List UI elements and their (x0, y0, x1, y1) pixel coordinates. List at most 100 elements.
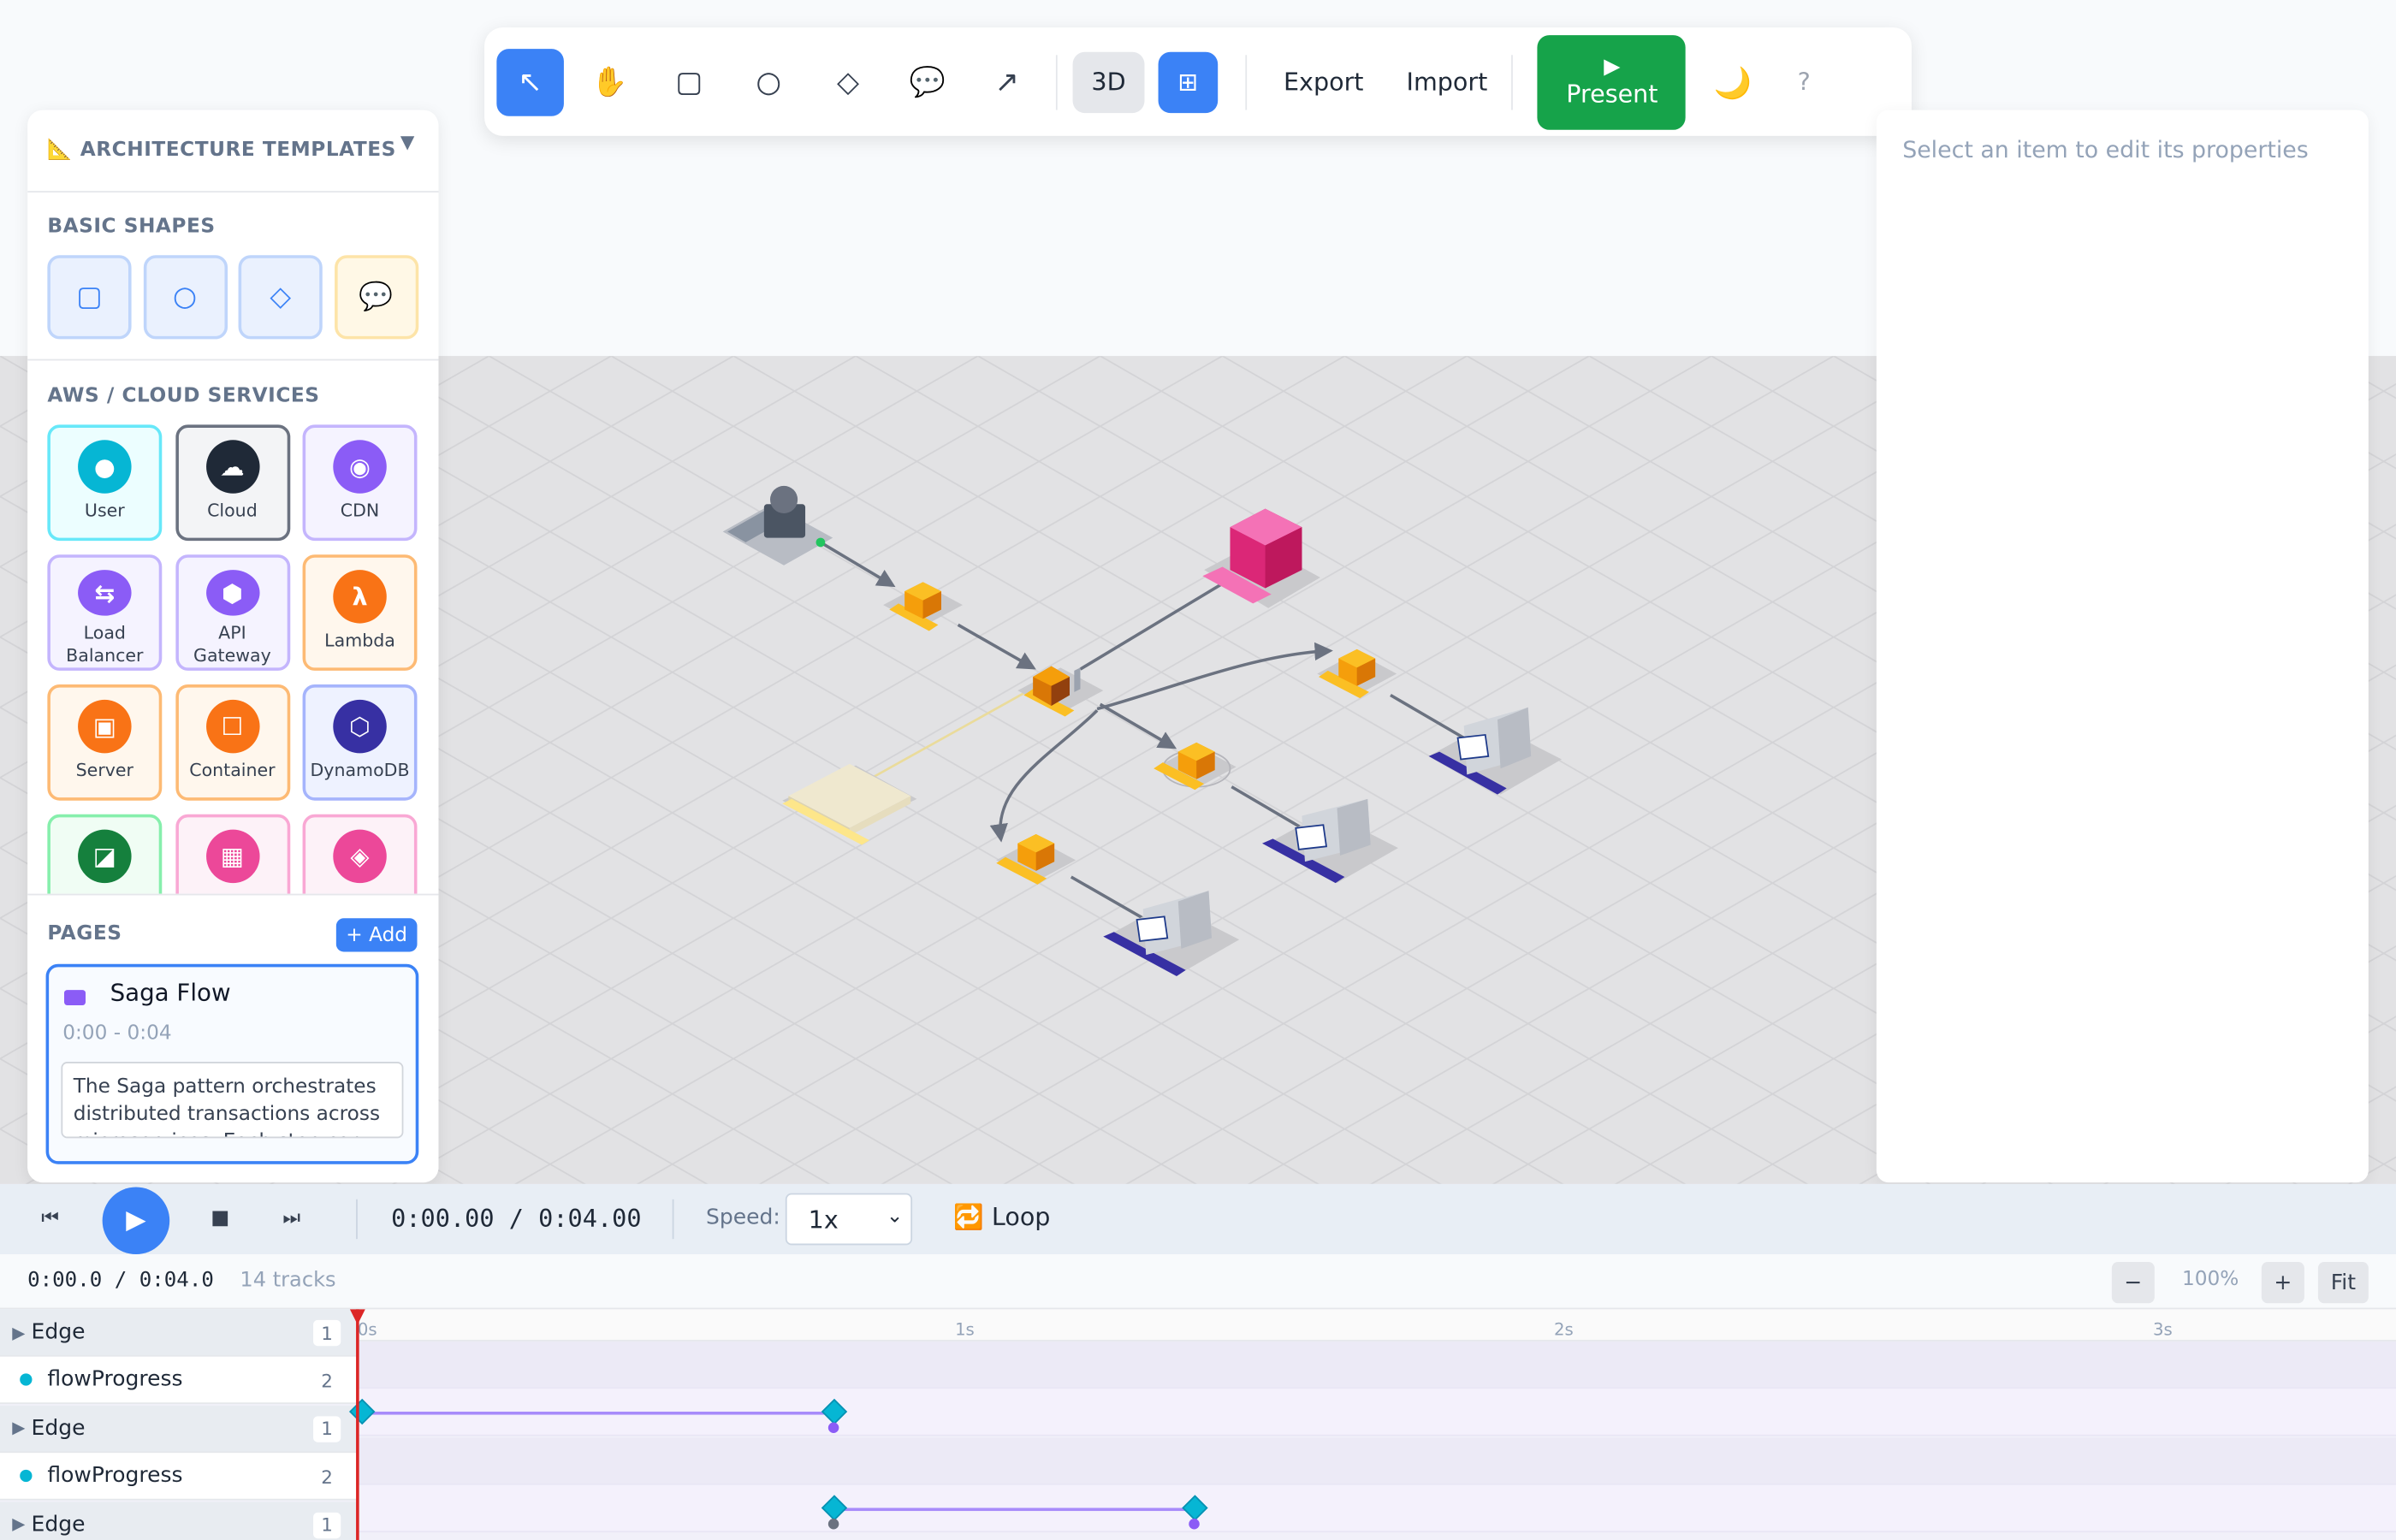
pan-tool-button[interactable]: ✋ (576, 48, 643, 116)
diamond-tool-button[interactable]: ◇ (815, 48, 882, 116)
circle-tool-button[interactable]: ○ (735, 48, 803, 116)
loop-toggle[interactable]: 🔁 Loop (953, 1202, 1050, 1231)
service-icon: ⬡ (333, 699, 387, 754)
service-palette-item[interactable]: ● User (47, 424, 163, 542)
service-palette-item[interactable]: ▣ Server (47, 684, 163, 801)
track-labels: ▶ Edge 1 flowProgress 2 ▶ Edge 1 flowProgress 2 ▶ E… (0, 1309, 357, 1540)
page-description[interactable]: The Saga pattern orchestrates distribute… (61, 1062, 404, 1139)
shape-icon: ○ (173, 281, 198, 314)
basic-shape-button[interactable]: ◇ (238, 255, 323, 340)
templates-header[interactable]: 📐 ARCHITECTURE TEMPLATES ▼ (27, 110, 439, 192)
service-icon: λ (333, 570, 387, 624)
grid-toggle-icon[interactable]: ⊞ (1158, 50, 1219, 113)
play-button[interactable]: ▶ (102, 1187, 170, 1255)
speed-value: 1x (808, 1205, 839, 1235)
service-palette-item[interactable]: ⇆ Load Balancer (47, 554, 163, 671)
track-label: flowProgress (47, 1367, 183, 1393)
page-time-range: 0:00 - 0:04 (62, 1022, 172, 1045)
track-lane[interactable] (356, 1437, 2396, 1485)
zoom-in-button[interactable]: + (2261, 1261, 2304, 1304)
chevron-down-icon: ⌄ (886, 1205, 904, 1229)
ruler-tick: 1s (955, 1319, 975, 1341)
comment-tool-button[interactable]: 💬 (894, 48, 962, 116)
playback-timecode: 0:00.00 / 0:04.00 (391, 1204, 642, 1234)
service-label: Server (75, 759, 133, 781)
zoom-out-button[interactable]: − (2111, 1261, 2155, 1304)
moon-icon[interactable]: 🌙 (1714, 63, 1752, 100)
pages-title: PAGES (47, 922, 122, 946)
basic-shape-button[interactable]: 💬 (334, 255, 418, 340)
left-sidebar: 📐 ARCHITECTURE TEMPLATES ▼ BASIC SHAPES … (27, 110, 439, 1183)
templates-title: ARCHITECTURE TEMPLATES (80, 139, 396, 163)
export-button[interactable]: Export (1284, 68, 1364, 97)
keyframe-span (362, 1411, 834, 1415)
ruler-tick: 2s (1554, 1319, 1574, 1341)
track-group[interactable]: ▶ Edge 1 (0, 1501, 357, 1540)
track-property[interactable]: flowProgress 2 (0, 1357, 357, 1405)
track-lane[interactable] (356, 1484, 2396, 1533)
service-icon: ▣ (78, 699, 132, 754)
skip-back-icon[interactable]: ⏮ (41, 1207, 59, 1230)
service-label: API Gateway (193, 621, 271, 666)
service-palette-item[interactable]: ⬡ DynamoDB (302, 684, 418, 801)
service-palette-item[interactable]: λ Lambda (302, 554, 418, 671)
track-lane[interactable] (356, 1341, 2396, 1389)
import-button[interactable]: Import (1407, 68, 1488, 97)
select-tool-button[interactable]: ↖ (496, 48, 564, 116)
service-label: Cloud (207, 499, 258, 521)
service-palette-item[interactable]: ⬢ API Gateway (175, 554, 290, 671)
present-button[interactable]: ▶ Present (1538, 34, 1687, 129)
add-page-button[interactable]: + Add (335, 918, 418, 952)
track-group[interactable]: ▶ Edge 1 (0, 1405, 357, 1453)
service-palette-item[interactable]: ☁ Cloud (175, 424, 290, 542)
basic-shape-button[interactable]: ○ (142, 255, 228, 340)
service-label: CDN (340, 499, 380, 521)
properties-panel: Select an item to edit its properties (1876, 110, 2369, 1183)
tracks-count: 14 tracks (240, 1268, 336, 1293)
service-icon: ⬢ (205, 570, 259, 616)
timeline-tracks: ▶ Edge 1 flowProgress 2 ▶ Edge 1 flowProgress 2 ▶ E… (0, 1309, 2396, 1540)
page-name[interactable]: Saga Flow (110, 980, 231, 1007)
page-card[interactable]: Saga Flow 0:00 - 0:04 The Saga pattern o… (45, 963, 419, 1164)
expand-icon[interactable]: ▶ (12, 1323, 25, 1342)
track-count-badge: 1 (313, 1512, 341, 1538)
expand-icon[interactable]: ▶ (12, 1419, 25, 1438)
property-dot-icon (20, 1374, 33, 1387)
chevron-down-icon[interactable]: ▼ (400, 132, 415, 153)
arrow-tool-button[interactable]: ↗ (973, 48, 1041, 116)
basic-shapes-title: BASIC SHAPES (47, 215, 216, 239)
service-palette-item[interactable]: ◉ CDN (302, 424, 418, 542)
skip-forward-icon[interactable]: ⏭ (282, 1207, 300, 1230)
service-label: Container (189, 759, 276, 781)
divider (356, 1199, 358, 1240)
time-ruler[interactable]: 0s 1s 2s 3s (356, 1309, 2396, 1342)
track-area[interactable]: 0s 1s 2s 3s (349, 1309, 2396, 1540)
expand-icon[interactable]: ▶ (12, 1514, 25, 1534)
track-property[interactable]: flowProgress 2 (0, 1453, 357, 1501)
keyframe-span (833, 1507, 1195, 1512)
rectangle-tool-button[interactable]: ▢ (655, 48, 723, 116)
track-count-badge: 1 (313, 1415, 341, 1442)
playhead[interactable] (356, 1309, 359, 1540)
view-3d-toggle[interactable]: 3D (1072, 50, 1145, 113)
ruler-icon: 📐 (47, 139, 73, 163)
toolbar-divider (1511, 54, 1514, 110)
keyframe-marker (827, 1422, 839, 1433)
track-count-badge: 1 (313, 1319, 341, 1347)
shape-icon: ◇ (270, 281, 292, 314)
service-palette-item[interactable]: ☐ Container (175, 684, 290, 801)
stop-icon[interactable]: ■ (211, 1207, 229, 1230)
service-label: User (84, 499, 125, 521)
toolbar-divider (1245, 54, 1248, 110)
speed-label: Speed: (705, 1205, 780, 1230)
track-group[interactable]: ▶ Edge 1 (0, 1309, 357, 1357)
playhead-handle[interactable] (349, 1309, 365, 1325)
timeline-header: 0:00.0 / 0:04.0 14 tracks − 100% + Fit (0, 1254, 2396, 1310)
basic-shape-button[interactable]: ▢ (47, 255, 132, 340)
track-label: Edge (31, 1512, 86, 1537)
service-label: Load Balancer (66, 621, 144, 666)
speed-select[interactable]: 1x ⌄ (785, 1193, 913, 1246)
help-button[interactable]: ? (1798, 68, 1811, 97)
pages-panel: PAGES + Add Saga Flow 0:00 - 0:04 The Sa… (27, 893, 439, 1183)
fit-button[interactable]: Fit (2317, 1261, 2369, 1304)
